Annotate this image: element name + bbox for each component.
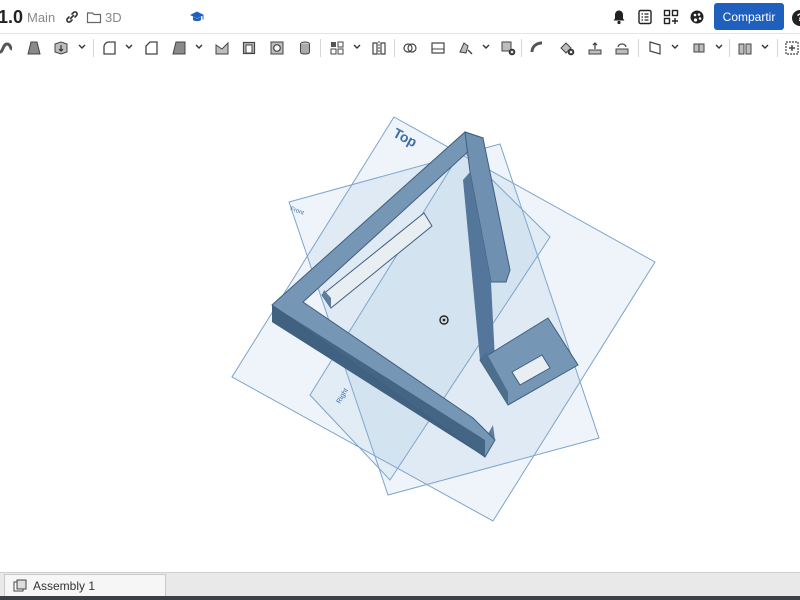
replace-face-icon[interactable] [612, 38, 632, 58]
graduation-cap-icon[interactable] [189, 9, 205, 25]
toolbar-divider [777, 39, 778, 57]
branch-name[interactable]: Main [27, 10, 55, 25]
chevron-down-icon[interactable] [195, 43, 203, 51]
plane-icon[interactable] [645, 38, 665, 58]
chevron-down-icon[interactable] [671, 43, 679, 51]
chevron-down-icon[interactable] [715, 43, 723, 51]
tab-label: Assembly 1 [33, 578, 96, 593]
appearance-icon[interactable] [689, 9, 705, 25]
delete-face-icon[interactable] [557, 38, 577, 58]
move-face-icon[interactable] [585, 38, 605, 58]
mate-connector-icon[interactable] [689, 38, 709, 58]
feature-list-icon[interactable] [637, 9, 653, 25]
split-icon[interactable] [428, 38, 448, 58]
chevron-down-icon[interactable] [761, 43, 769, 51]
sweep-icon[interactable] [0, 38, 16, 58]
chamfer-icon[interactable] [141, 38, 161, 58]
tab-assembly-1[interactable]: Assembly 1 [4, 574, 166, 596]
fillet-icon[interactable] [99, 38, 119, 58]
link-icon[interactable] [64, 9, 80, 25]
chevron-down-icon[interactable] [353, 43, 361, 51]
feature-toolbar [0, 34, 800, 62]
folder-name[interactable]: 3D [105, 10, 122, 25]
loft-icon[interactable] [24, 38, 44, 58]
help-icon[interactable]: ? [792, 10, 800, 26]
status-strip [0, 596, 800, 600]
document-header: 1.0 Main 3D Compartir ? [0, 0, 800, 34]
toolbar-divider [93, 39, 94, 57]
delete-part-icon[interactable] [498, 38, 518, 58]
toolbar-divider [521, 39, 522, 57]
shell-icon[interactable] [239, 38, 259, 58]
chevron-down-icon[interactable] [125, 43, 133, 51]
toolbar-divider [729, 39, 730, 57]
app-window: 1.0 Main 3D Compartir ? [0, 0, 800, 600]
boolean-icon[interactable] [400, 38, 420, 58]
mirror-icon[interactable] [369, 38, 389, 58]
graphics-viewport[interactable]: Top Front Right [0, 62, 800, 572]
origin-dot [442, 318, 446, 322]
share-button[interactable]: Compartir [714, 3, 784, 30]
pattern-icon[interactable] [327, 38, 347, 58]
rib-icon[interactable] [212, 38, 232, 58]
modify-fillet-icon[interactable] [528, 38, 548, 58]
model-scene[interactable]: Top Front Right [0, 62, 800, 572]
chevron-down-icon[interactable] [482, 43, 490, 51]
tab-bar: Assembly 1 [0, 572, 800, 596]
cylinder-icon[interactable] [295, 38, 315, 58]
notifications-icon[interactable] [611, 9, 627, 25]
folder-icon[interactable] [86, 9, 102, 25]
transform-icon[interactable] [456, 38, 476, 58]
hole-icon[interactable] [267, 38, 287, 58]
document-version[interactable]: 1.0 [0, 7, 23, 28]
toolbar-divider [394, 39, 395, 57]
app-store-icon[interactable] [663, 9, 679, 25]
thicken-icon[interactable] [51, 38, 71, 58]
chevron-down-icon[interactable] [78, 43, 86, 51]
toolbar-divider [320, 39, 321, 57]
add-icon[interactable] [782, 38, 800, 58]
sheet-metal-icon[interactable] [735, 38, 755, 58]
toolbar-divider [638, 39, 639, 57]
assembly-icon [13, 579, 27, 593]
draft-icon[interactable] [169, 38, 189, 58]
